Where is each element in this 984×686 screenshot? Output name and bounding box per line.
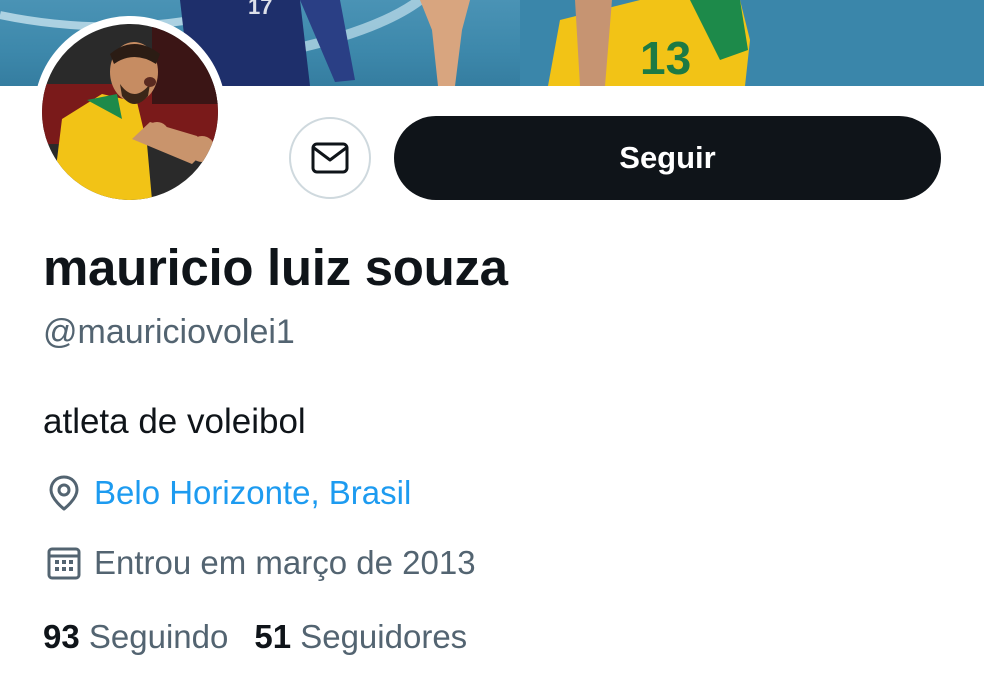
profile-stats: 93 Seguindo 51 Seguidores xyxy=(43,618,493,656)
profile-name: mauricio luiz souza xyxy=(43,239,508,296)
profile-bio: atleta de voleibol xyxy=(43,402,306,441)
profile-handle: @mauriciovolei1 xyxy=(43,313,295,351)
profile-avatar[interactable] xyxy=(34,16,226,208)
svg-text:17: 17 xyxy=(248,0,272,19)
following-count: 93 xyxy=(43,618,89,655)
envelope-icon xyxy=(311,142,349,174)
profile-location: Belo Horizonte, Brasil xyxy=(43,472,411,514)
location-pin-icon xyxy=(43,472,85,514)
message-button[interactable] xyxy=(289,117,371,199)
location-link[interactable]: Belo Horizonte, Brasil xyxy=(94,474,411,512)
follow-button[interactable]: Seguir xyxy=(394,116,941,200)
following-link[interactable]: 93 Seguindo xyxy=(43,618,228,656)
calendar-icon xyxy=(43,542,85,584)
followers-link[interactable]: 51 Seguidores xyxy=(254,618,467,656)
avatar-image xyxy=(42,24,218,200)
profile-joined: Entrou em março de 2013 xyxy=(43,542,476,584)
svg-text:13: 13 xyxy=(640,32,691,84)
following-label: Seguindo xyxy=(88,618,229,655)
followers-count: 51 xyxy=(254,618,301,655)
follow-button-label: Seguir xyxy=(619,140,716,175)
joined-date: Entrou em março de 2013 xyxy=(94,544,476,581)
followers-label: Seguidores xyxy=(300,618,468,655)
